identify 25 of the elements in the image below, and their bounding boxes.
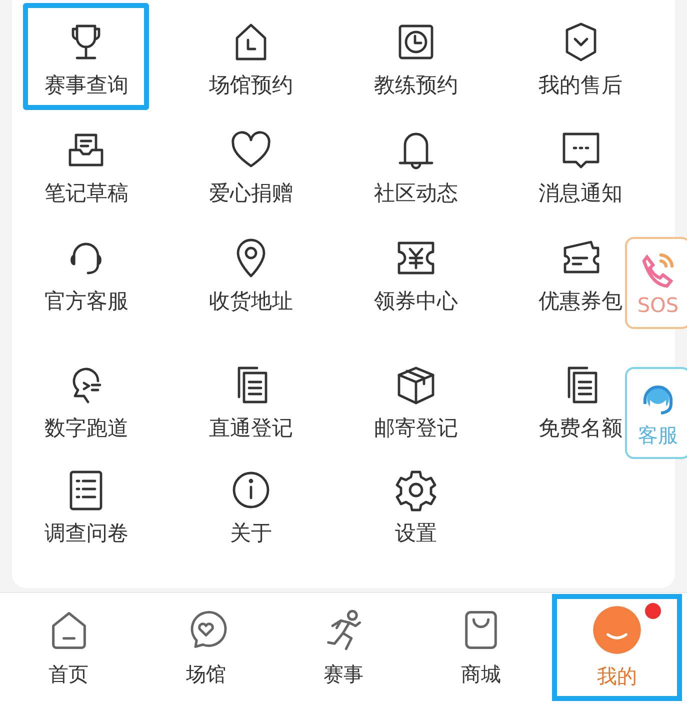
menu-item[interactable]: 数字跑道	[39, 346, 134, 453]
menu-item[interactable]: 领券中心	[368, 219, 463, 326]
menu-item[interactable]: 爱心捐赠	[204, 111, 298, 218]
menu-item[interactable]: 调查问卷	[39, 451, 134, 558]
avatar-icon	[592, 605, 642, 656]
menu-item[interactable]: 笔记草稿	[39, 111, 134, 218]
menu-item[interactable]: 优惠券包	[534, 219, 628, 326]
menu-item[interactable]: 赛事查询	[23, 3, 150, 110]
tab[interactable]: 赛事	[278, 594, 408, 701]
menu-item[interactable]: 收货地址	[204, 219, 298, 326]
menu-item[interactable]: 直通登记	[204, 346, 298, 453]
menu-item[interactable]: 我的售后	[534, 3, 628, 110]
menu-item[interactable]: 教练预约	[368, 3, 463, 110]
menu-item[interactable]: 设置	[388, 451, 443, 558]
settings-icon	[394, 468, 438, 512]
menu-item[interactable]: 消息通知	[534, 111, 628, 218]
menu-item[interactable]: 免费名额	[534, 346, 628, 453]
tab[interactable]: 首页	[4, 594, 134, 701]
menu-item[interactable]: 关于	[224, 451, 278, 558]
menu-item[interactable]: 官方客服	[39, 219, 134, 326]
tab[interactable]: 场馆	[141, 594, 271, 701]
menu-item[interactable]: 邮寄登记	[368, 346, 463, 453]
menu-item[interactable]: 社区动态	[368, 111, 463, 218]
menu-item[interactable]: 场馆预约	[204, 3, 298, 110]
tab[interactable]: 商城	[416, 594, 546, 701]
